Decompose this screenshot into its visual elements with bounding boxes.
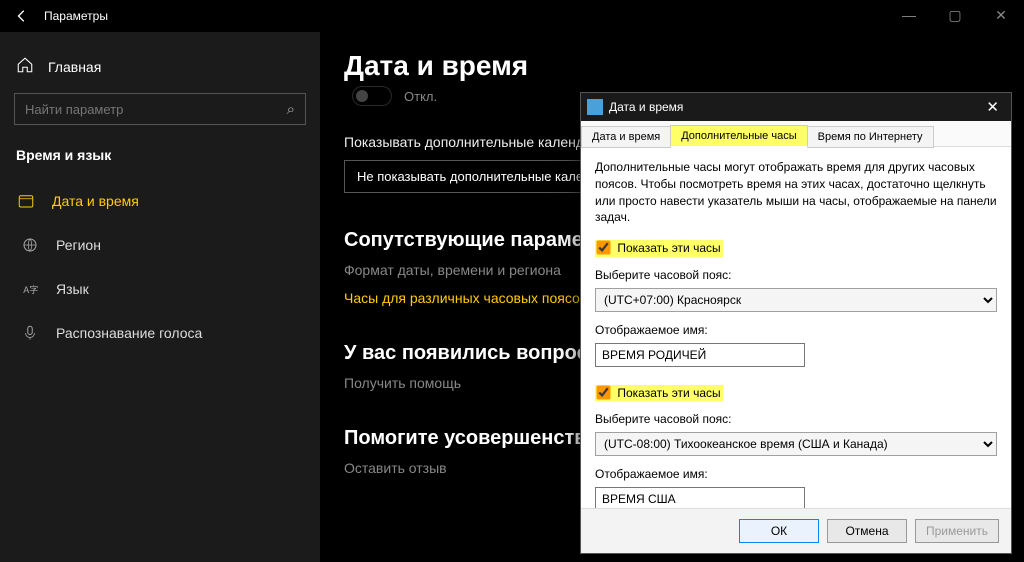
- clock1-name-label: Отображаемое имя:: [595, 322, 997, 339]
- clock2-show-label: Показать эти часы: [617, 386, 720, 400]
- apply-button[interactable]: Применить: [915, 519, 999, 543]
- sidebar-item-language[interactable]: A字 Язык: [0, 267, 320, 311]
- sidebar-item-label: Дата и время: [52, 193, 139, 209]
- tab-additional-clocks[interactable]: Дополнительные часы: [670, 125, 807, 147]
- sidebar-item-label: Распознавание голоса: [56, 325, 202, 341]
- tab-internet-time[interactable]: Время по Интернету: [807, 126, 934, 148]
- calendar-clock-icon: [16, 191, 36, 211]
- clock1-tz-select[interactable]: (UTC+07:00) Красноярск: [595, 288, 997, 312]
- toggle-switch[interactable]: [352, 86, 392, 106]
- clock2-checkbox[interactable]: [596, 385, 610, 399]
- sidebar-item-region[interactable]: Регион: [0, 223, 320, 267]
- minimize-button[interactable]: —: [886, 0, 932, 30]
- search-icon: ⌕: [287, 101, 295, 118]
- sidebar-item-date-time[interactable]: Дата и время: [0, 179, 320, 223]
- dialog-intro: Дополнительные часы могут отображать вре…: [595, 159, 997, 226]
- window-title: Параметры: [36, 9, 108, 23]
- cancel-button[interactable]: Отмена: [827, 519, 907, 543]
- dialog-button-row: ОК Отмена Применить: [581, 508, 1011, 553]
- home-icon: [16, 56, 34, 77]
- tab-datetime[interactable]: Дата и время: [581, 126, 671, 148]
- dialog-body: Дополнительные часы могут отображать вре…: [581, 147, 1011, 508]
- sidebar-item-speech[interactable]: Распознавание голоса: [0, 311, 320, 355]
- search-box[interactable]: ⌕: [14, 93, 306, 125]
- clock2-tz-label: Выберите часовой пояс:: [595, 411, 997, 428]
- maximize-button[interactable]: ▢: [932, 0, 978, 30]
- clock2-name-label: Отображаемое имя:: [595, 466, 997, 483]
- dialog-title: Дата и время: [609, 100, 683, 114]
- back-button[interactable]: [8, 2, 36, 30]
- titlebar: Параметры: [0, 0, 1024, 32]
- clock1-show-label: Показать эти часы: [617, 241, 720, 255]
- sidebar-home-label: Главная: [48, 59, 101, 75]
- clock1-show-row[interactable]: Показать эти часы: [595, 240, 723, 257]
- clock2-tz-select[interactable]: (UTC-08:00) Тихоокеанское время (США и К…: [595, 432, 997, 456]
- sidebar: Главная ⌕ Время и язык Дата и время Реги…: [0, 32, 320, 562]
- close-button[interactable]: ✕: [978, 0, 1024, 30]
- language-icon: A字: [20, 279, 40, 299]
- page-title: Дата и время: [344, 50, 1000, 82]
- clock2-show-row[interactable]: Показать эти часы: [595, 385, 723, 402]
- window-buttons: — ▢ ✕: [886, 0, 1024, 30]
- dialog-titlebar: Дата и время ✕: [581, 93, 1011, 121]
- clock2-name-input[interactable]: [595, 487, 805, 508]
- date-time-dialog: Дата и время ✕ Дата и время Дополнительн…: [580, 92, 1012, 554]
- svg-text:A字: A字: [23, 284, 38, 295]
- microphone-icon: [20, 323, 40, 343]
- sidebar-home[interactable]: Главная: [0, 48, 320, 85]
- sidebar-item-label: Язык: [56, 281, 89, 297]
- toggle-label: Откл.: [404, 89, 437, 104]
- clock1-name-input[interactable]: [595, 343, 805, 367]
- search-input[interactable]: [25, 102, 287, 117]
- globe-icon: [20, 235, 40, 255]
- dialog-tabs: Дата и время Дополнительные часы Время п…: [581, 121, 1011, 147]
- clock1-checkbox[interactable]: [596, 241, 610, 255]
- clock1-tz-label: Выберите часовой пояс:: [595, 267, 997, 284]
- sidebar-item-label: Регион: [56, 237, 101, 253]
- dialog-close-button[interactable]: ✕: [980, 98, 1005, 116]
- ok-button[interactable]: ОК: [739, 519, 819, 543]
- dialog-icon: [587, 99, 603, 115]
- sidebar-category: Время и язык: [0, 139, 320, 179]
- back-arrow-icon: [15, 9, 29, 23]
